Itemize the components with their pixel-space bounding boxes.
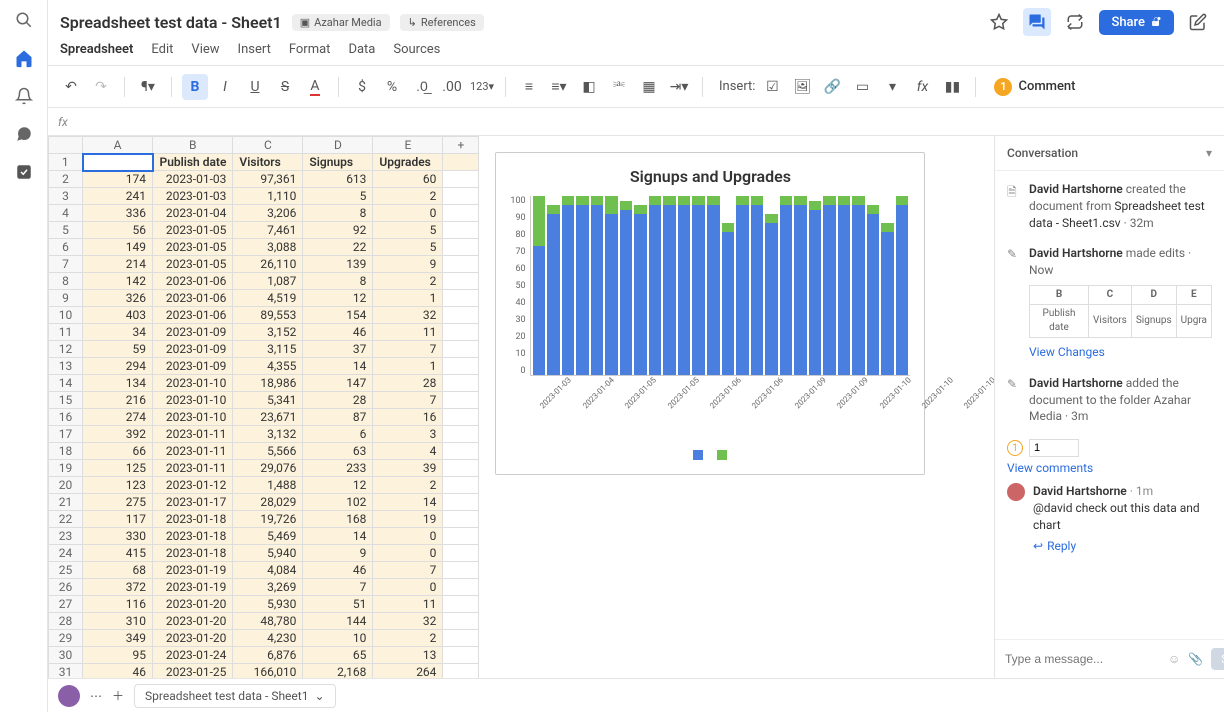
- wrap-icon[interactable]: ⎃: [606, 74, 632, 100]
- share-button[interactable]: Share: [1099, 10, 1174, 35]
- comment-button[interactable]: 1 Comment: [994, 78, 1075, 96]
- checkbox-icon[interactable]: [14, 162, 34, 182]
- add-sheet-icon[interactable]: ＋: [112, 687, 124, 704]
- home-icon[interactable]: [14, 48, 34, 68]
- filter-icon[interactable]: ▾: [1206, 146, 1212, 160]
- percent-button[interactable]: %: [379, 74, 405, 100]
- conversation-title: Conversation: [1007, 146, 1078, 160]
- decimal-inc-icon[interactable]: .00: [439, 74, 465, 100]
- left-rail: [0, 0, 48, 712]
- menu-spreadsheet[interactable]: Spreadsheet: [60, 42, 133, 57]
- bell-icon[interactable]: [14, 86, 34, 106]
- chat-icon[interactable]: [14, 124, 34, 144]
- menu-format[interactable]: Format: [289, 42, 331, 57]
- merge-icon[interactable]: ⇥▾: [666, 74, 692, 100]
- menu-view[interactable]: View: [191, 42, 219, 57]
- italic-button[interactable]: I: [212, 74, 238, 100]
- align-icon[interactable]: ≡: [516, 74, 542, 100]
- menu-bar: Spreadsheet Edit View Insert Format Data…: [60, 36, 1212, 65]
- search-icon[interactable]: [14, 10, 34, 30]
- reply-button[interactable]: ↩ Reply: [1033, 538, 1212, 555]
- decimal-dec-icon[interactable]: .0̲: [409, 74, 435, 100]
- pencil-icon: ✎: [1007, 247, 1021, 360]
- chart-legend: [510, 450, 910, 460]
- comment-number-input[interactable]: [1029, 439, 1079, 457]
- insert-chart-icon[interactable]: ▮▮: [939, 74, 965, 100]
- filter-icon[interactable]: ▾: [879, 74, 905, 100]
- pencil-icon: ✎: [1007, 377, 1021, 425]
- star-icon[interactable]: [985, 8, 1013, 36]
- message-input[interactable]: [1005, 652, 1160, 666]
- menu-sources[interactable]: Sources: [393, 42, 440, 57]
- menu-edit[interactable]: Edit: [151, 42, 173, 57]
- chart[interactable]: Signups and Upgrades 1009080706050403020…: [495, 152, 925, 475]
- more-icon[interactable]: ⋯: [90, 689, 102, 703]
- activity-edits: David Hartshorne made edits · Now BCDE P…: [1029, 245, 1212, 360]
- activity-created: David Hartshorne created the document fr…: [1029, 181, 1212, 231]
- borders-icon[interactable]: ▦: [636, 74, 662, 100]
- valign-icon[interactable]: ≡▾: [546, 74, 572, 100]
- view-comments-link[interactable]: View comments: [1007, 461, 1212, 475]
- fx-icon[interactable]: fx: [909, 74, 935, 100]
- comment-count-badge: 1: [1007, 440, 1023, 456]
- underline-button[interactable]: U: [242, 74, 268, 100]
- document-title[interactable]: Spreadsheet test data - Sheet1: [60, 13, 282, 32]
- bottom-bar: ⋯ ＋ Spreadsheet test data - Sheet1 ⌄: [48, 678, 1224, 712]
- attach-icon[interactable]: 📎: [1188, 652, 1203, 666]
- chart-title: Signups and Upgrades: [510, 167, 910, 186]
- conversation-panel: Conversation ▾ 🗎 David Hartshorne create…: [994, 136, 1224, 678]
- mini-preview-table: BCDE Publish dateVisitorsSignupsUpgra: [1029, 285, 1212, 338]
- insert-label: Insert:: [719, 79, 755, 94]
- formula-bar[interactable]: fx: [48, 108, 1224, 136]
- spreadsheet-grid[interactable]: ABCDE+1Publish dateVisitorsSignupsUpgrad…: [48, 136, 994, 678]
- insert-image-icon[interactable]: 🖼: [789, 74, 815, 100]
- chat-bubble-icon[interactable]: [1023, 8, 1051, 36]
- user-avatar[interactable]: [58, 685, 80, 707]
- emoji-icon[interactable]: ☺: [1168, 652, 1180, 666]
- chevron-down-icon: ⌄: [314, 689, 324, 703]
- fill-color-icon[interactable]: ◧: [576, 74, 602, 100]
- menu-data[interactable]: Data: [348, 42, 375, 57]
- comment-body: David Hartshorne · 1m @david check out t…: [1033, 483, 1212, 554]
- text-color-button[interactable]: A: [302, 74, 328, 100]
- sheet-tab[interactable]: Spreadsheet test data - Sheet1 ⌄: [134, 684, 336, 708]
- toolbar: ↶ ↷ ¶▾ B I U S A $ % .0̲ .00 123▾ ≡ ≡▾ ◧…: [48, 66, 1224, 108]
- edit-icon[interactable]: [1184, 8, 1212, 36]
- activity-folder: David Hartshorne added the document to t…: [1029, 375, 1212, 425]
- view-changes-link[interactable]: View Changes: [1029, 344, 1212, 361]
- sync-icon[interactable]: [1061, 8, 1089, 36]
- insert-link-icon[interactable]: 🔗: [819, 74, 845, 100]
- folder-badge[interactable]: ▣ Azahar Media: [292, 14, 390, 31]
- send-button[interactable]: Send: [1211, 648, 1224, 670]
- bold-button[interactable]: B: [182, 74, 208, 100]
- paragraph-icon[interactable]: ¶▾: [135, 74, 161, 100]
- redo-icon[interactable]: ↷: [88, 74, 114, 100]
- currency-button[interactable]: $: [349, 74, 375, 100]
- undo-icon[interactable]: ↶: [58, 74, 84, 100]
- number-format-button[interactable]: 123▾: [469, 74, 495, 100]
- insert-checkbox-icon[interactable]: ☑: [759, 74, 785, 100]
- document-icon: 🗎: [1007, 183, 1021, 231]
- menu-insert[interactable]: Insert: [238, 42, 271, 57]
- avatar: [1007, 483, 1025, 501]
- strike-button[interactable]: S: [272, 74, 298, 100]
- insert-date-icon[interactable]: ▭: [849, 74, 875, 100]
- references-badge[interactable]: ↳ References: [400, 14, 484, 31]
